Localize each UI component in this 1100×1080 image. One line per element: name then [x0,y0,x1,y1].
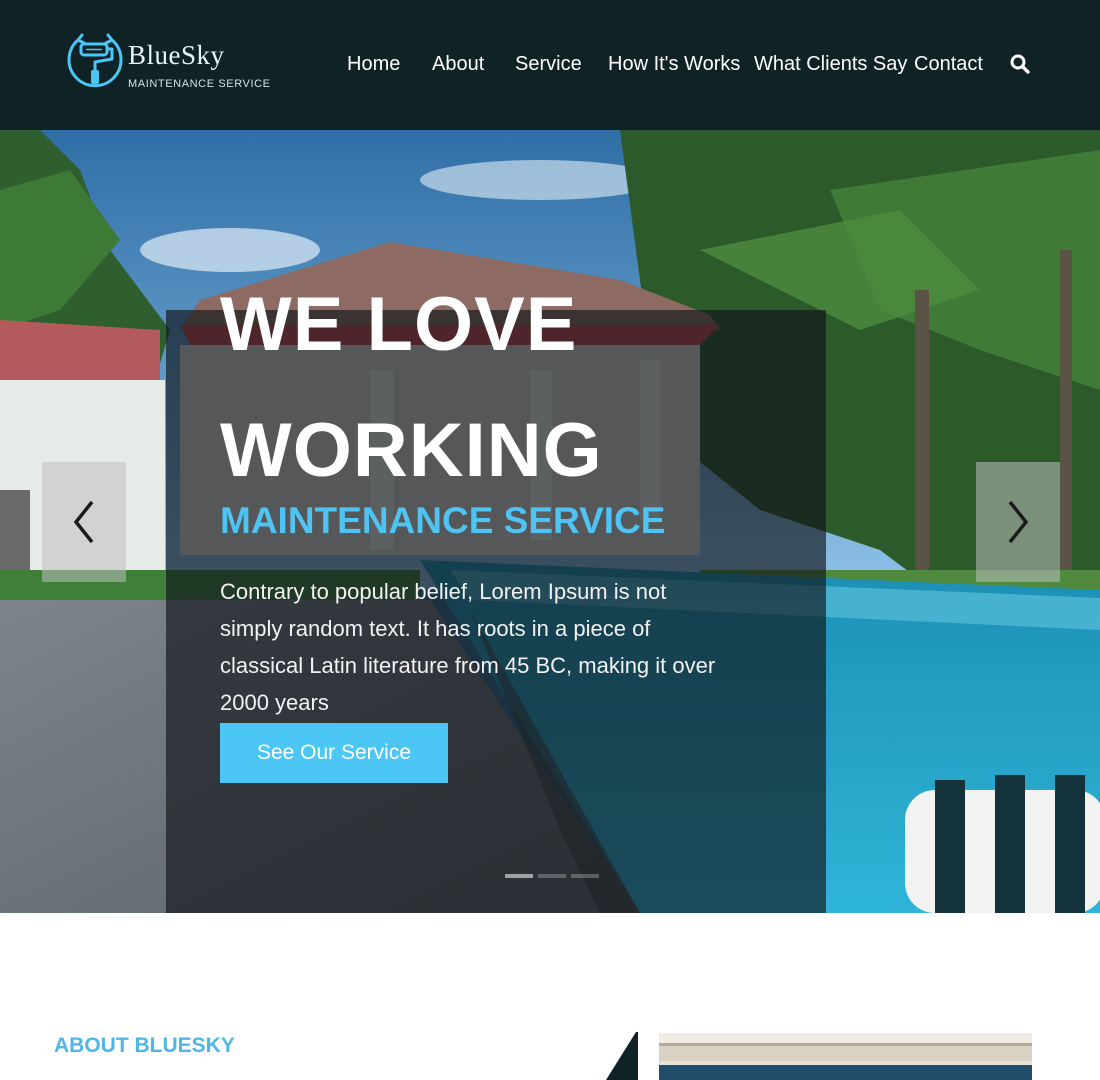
search-icon[interactable] [1008,52,1032,76]
nav-item-how-it-works[interactable]: How It's Works [608,50,740,78]
nav-item-home[interactable]: Home [347,50,400,78]
slider-dot[interactable] [505,874,533,878]
about-section-label: ABOUT BLUESKY [54,1034,235,1057]
about-image [659,1033,1032,1080]
nav-item-service[interactable]: Service [515,50,582,78]
chevron-left-icon [73,500,94,544]
slider-next-button[interactable] [976,462,1060,582]
nav-item-what-clients-say[interactable]: What Clients Say [754,50,907,78]
main-nav: Home About Service How It's Works What C… [0,50,1100,80]
slider-prev-button[interactable] [42,462,126,582]
nav-item-contact[interactable]: Contact [914,50,983,78]
see-our-service-button[interactable]: See Our Service [220,723,448,783]
slider-dot[interactable] [538,874,566,878]
slider-dot[interactable] [571,874,599,878]
site-header: BlueSky MAINTENANCE SERVICE Home About S… [0,0,1100,130]
decorative-triangle [606,1032,638,1080]
nav-item-about[interactable]: About [432,50,484,78]
chevron-right-icon [1008,500,1029,544]
hero-subtitle: MAINTENANCE SERVICE [220,500,666,541]
hero-description: Contrary to popular belief, Lorem Ipsum … [220,579,716,715]
slider-indicators [505,874,605,878]
hero-title: WE LOVE WORKING [220,282,603,493]
